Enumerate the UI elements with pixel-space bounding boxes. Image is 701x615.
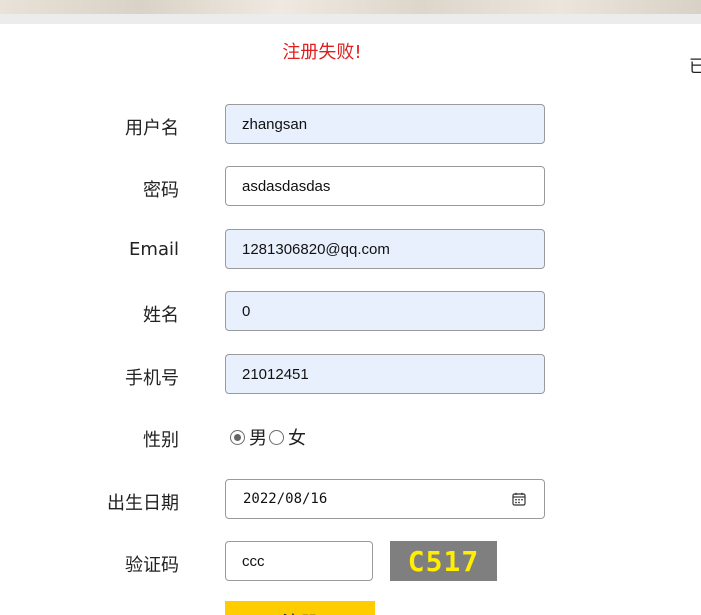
phone-label: 手机号 — [125, 368, 179, 389]
gender-label: 性别 — [143, 430, 179, 451]
username-label: 用户名 — [125, 118, 179, 139]
captcha-label: 验证码 — [125, 555, 179, 576]
email-input[interactable] — [225, 229, 545, 269]
login-link-text[interactable]: 已 — [689, 52, 701, 77]
calendar-icon[interactable] — [512, 492, 526, 506]
phone-input[interactable] — [225, 354, 545, 394]
gender-female-radio[interactable] — [269, 429, 284, 445]
birthday-label: 出生日期 — [107, 493, 179, 514]
username-input[interactable] — [225, 104, 545, 144]
birthday-value: 2022/08/16 — [243, 491, 328, 507]
error-message: 注册失败! — [282, 42, 362, 63]
gender-radio-group: 男 女 — [230, 425, 308, 449]
gender-male-label: 男 — [249, 428, 267, 449]
password-label: 密码 — [143, 180, 179, 201]
captcha-input[interactable] — [225, 541, 373, 581]
gender-female-label: 女 — [288, 428, 306, 449]
name-input[interactable] — [225, 291, 545, 331]
email-label: Email — [129, 239, 179, 260]
birthday-date-input[interactable]: 2022/08/16 — [225, 479, 545, 519]
register-submit-button[interactable]: 注册 — [225, 601, 375, 615]
header-banner-image — [0, 0, 701, 14]
gender-male-radio[interactable] — [230, 429, 245, 445]
captcha-image[interactable]: C517 — [390, 541, 497, 581]
header-divider — [0, 14, 701, 24]
password-input[interactable] — [225, 166, 545, 206]
name-label: 姓名 — [143, 305, 179, 326]
